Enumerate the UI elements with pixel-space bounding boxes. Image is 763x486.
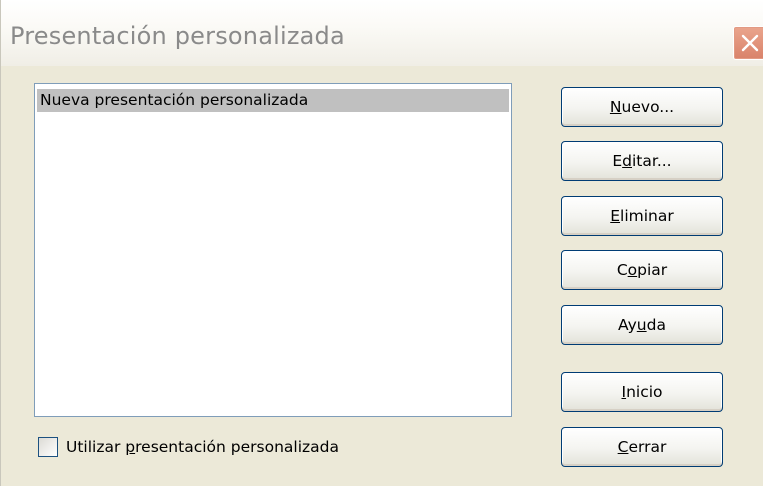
close-button[interactable] (733, 26, 763, 60)
new-button[interactable]: Nuevo... (561, 87, 723, 127)
list-item[interactable]: Nueva presentación personalizada (37, 89, 509, 112)
use-custom-show-option[interactable]: Utilizar presentación personalizada (38, 436, 339, 458)
delete-button[interactable]: Eliminar (561, 196, 723, 236)
use-custom-show-label[interactable]: Utilizar presentación personalizada (66, 438, 339, 456)
help-button[interactable]: Ay u da (561, 305, 723, 345)
custom-shows-list[interactable]: Nueva presentación personalizada (34, 83, 512, 417)
close-icon (741, 34, 759, 52)
close-dialog-button[interactable]: Cerrar (561, 427, 723, 467)
use-custom-show-checkbox[interactable] (38, 437, 58, 457)
copy-button[interactable]: Co piar (561, 250, 723, 290)
edit-button[interactable]: Ed itar... (561, 141, 723, 181)
dialog-window: Presentación personalizada Nueva present… (0, 0, 763, 486)
window-title: Presentación personalizada (10, 22, 345, 50)
start-button[interactable]: Inicio (561, 372, 723, 412)
title-bar[interactable]: Presentación personalizada (1, 0, 763, 66)
